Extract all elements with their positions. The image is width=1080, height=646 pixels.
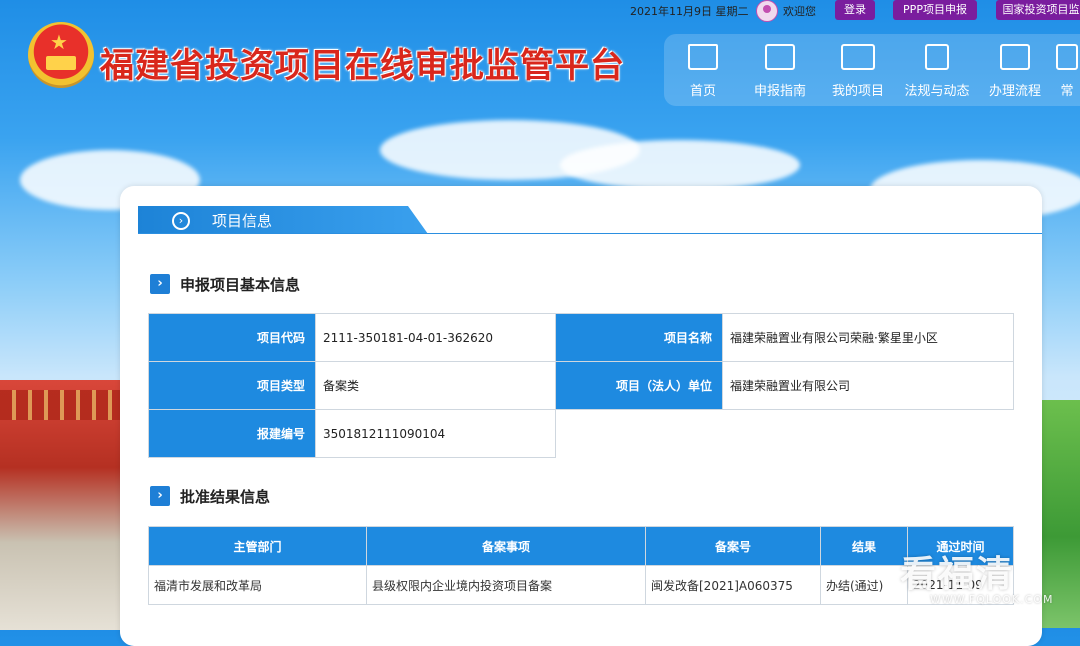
section-title: 申报项目基本信息 [180,276,301,294]
top-bar: 2021年11月9日 星期二 欢迎您 登录 PPP项目申报 国家投资项目监 [0,0,1080,22]
project-type-value: 备案类 [315,361,556,410]
empty-cell [723,410,1014,458]
national-platform-button[interactable]: 国家投资项目监 [996,0,1080,20]
field-label: 项目名称 [555,313,723,362]
ppp-declare-button[interactable]: PPP项目申报 [893,0,977,20]
building-icon [925,44,949,70]
section-title: 批准结果信息 [180,488,271,506]
main-nav: 首页 申报指南 我的项目 法规与动态 办理流程 常 [664,34,1080,106]
column-header: 结果 [820,526,908,566]
guide-icon [765,44,795,70]
column-header: 主管部门 [148,526,367,566]
chevron-right-icon: › [150,486,170,506]
current-date: 2021年11月9日 星期二 [630,5,749,18]
panel-tab: › 项目信息 [138,206,428,234]
process-icon [1000,44,1030,70]
login-button[interactable]: 登录 [835,0,875,20]
national-emblem-logo [28,22,94,88]
nav-item-guide[interactable]: 申报指南 [743,44,817,99]
department-cell: 福清市发展和改革局 [148,565,367,605]
nav-label: 办理流程 [988,84,1041,99]
project-code-value: 2111-350181-04-01-362620 [315,313,556,362]
empty-cell [556,410,723,458]
table-row: 福清市发展和改革局 县级权限内企业境内投资项目备案 闽发改备[2021]A060… [148,565,1014,605]
field-label: 项目类型 [148,361,316,410]
nav-label: 首页 [689,84,716,99]
watermark-url: WWW.FQLOOK.COM [930,593,1054,606]
table-row: 报建编号 3501812111090104 [148,409,1014,458]
chevron-right-circle-icon: › [172,212,190,230]
table-header-row: 主管部门 备案事项 备案号 结果 通过时间 [148,526,1014,566]
field-label: 报建编号 [148,409,316,458]
table-row: 项目类型 备案类 项目（法人）单位 福建荣融置业有限公司 [148,361,1014,410]
basic-info-table: 项目代码 2111-350181-04-01-362620 项目名称 福建荣融置… [148,313,1014,458]
filing-item-cell: 县级权限内企业境内投资项目备案 [366,565,646,605]
nav-item-regulations[interactable]: 法规与动态 [900,44,974,99]
watermark-logo: 看福清 [900,554,1015,595]
nav-item-process[interactable]: 办理流程 [978,44,1052,99]
field-label: 项目（法人）单位 [555,361,723,410]
divider [138,233,1042,234]
roof-decoration [0,390,120,420]
chevron-right-icon: › [150,274,170,294]
home-icon [688,44,718,70]
nav-item-my-projects[interactable]: 我的项目 [821,44,895,99]
site-title: 福建省投资项目在线审批监管平台 [100,46,625,86]
field-label: 项目代码 [148,313,316,362]
table-row: 项目代码 2111-350181-04-01-362620 项目名称 福建荣融置… [148,313,1014,362]
construction-number-value: 3501812111090104 [315,409,556,458]
nav-label: 我的项目 [831,84,884,99]
nav-label: 申报指南 [753,84,806,99]
nav-label: 法规与动态 [904,84,970,99]
approval-result-table: 主管部门 备案事项 备案号 结果 通过时间 福清市发展和改革局 县级权限内企业境… [148,526,1014,605]
faq-icon [1056,44,1078,70]
column-header: 备案事项 [366,526,646,566]
projects-icon [841,44,875,70]
user-icon[interactable] [756,0,778,22]
filing-number-cell: 闽发改备[2021]A060375 [645,565,821,605]
legal-entity-value: 福建荣融置业有限公司 [722,361,1014,410]
nav-item-home[interactable]: 首页 [666,44,740,99]
welcome-text: 欢迎您 [783,5,816,18]
result-cell: 办结(通过) [820,565,908,605]
panel-tab-title: 项目信息 [212,212,273,230]
project-name-value: 福建荣融置业有限公司荣融·繁星里小区 [722,313,1014,362]
column-header: 备案号 [645,526,821,566]
nav-label: 常 [1060,84,1074,99]
cloud-decoration [560,140,800,190]
nav-item-faq[interactable]: 常 [1052,44,1080,99]
